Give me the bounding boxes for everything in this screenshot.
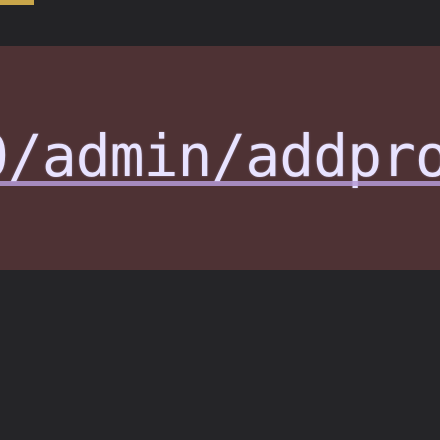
editor-empty-area: [0, 270, 440, 440]
editor-top-area: [0, 0, 440, 46]
url-underline: [0, 181, 440, 186]
tab-indicator: [0, 0, 34, 5]
editor-viewport: 0/admin/addprod: [0, 0, 440, 440]
